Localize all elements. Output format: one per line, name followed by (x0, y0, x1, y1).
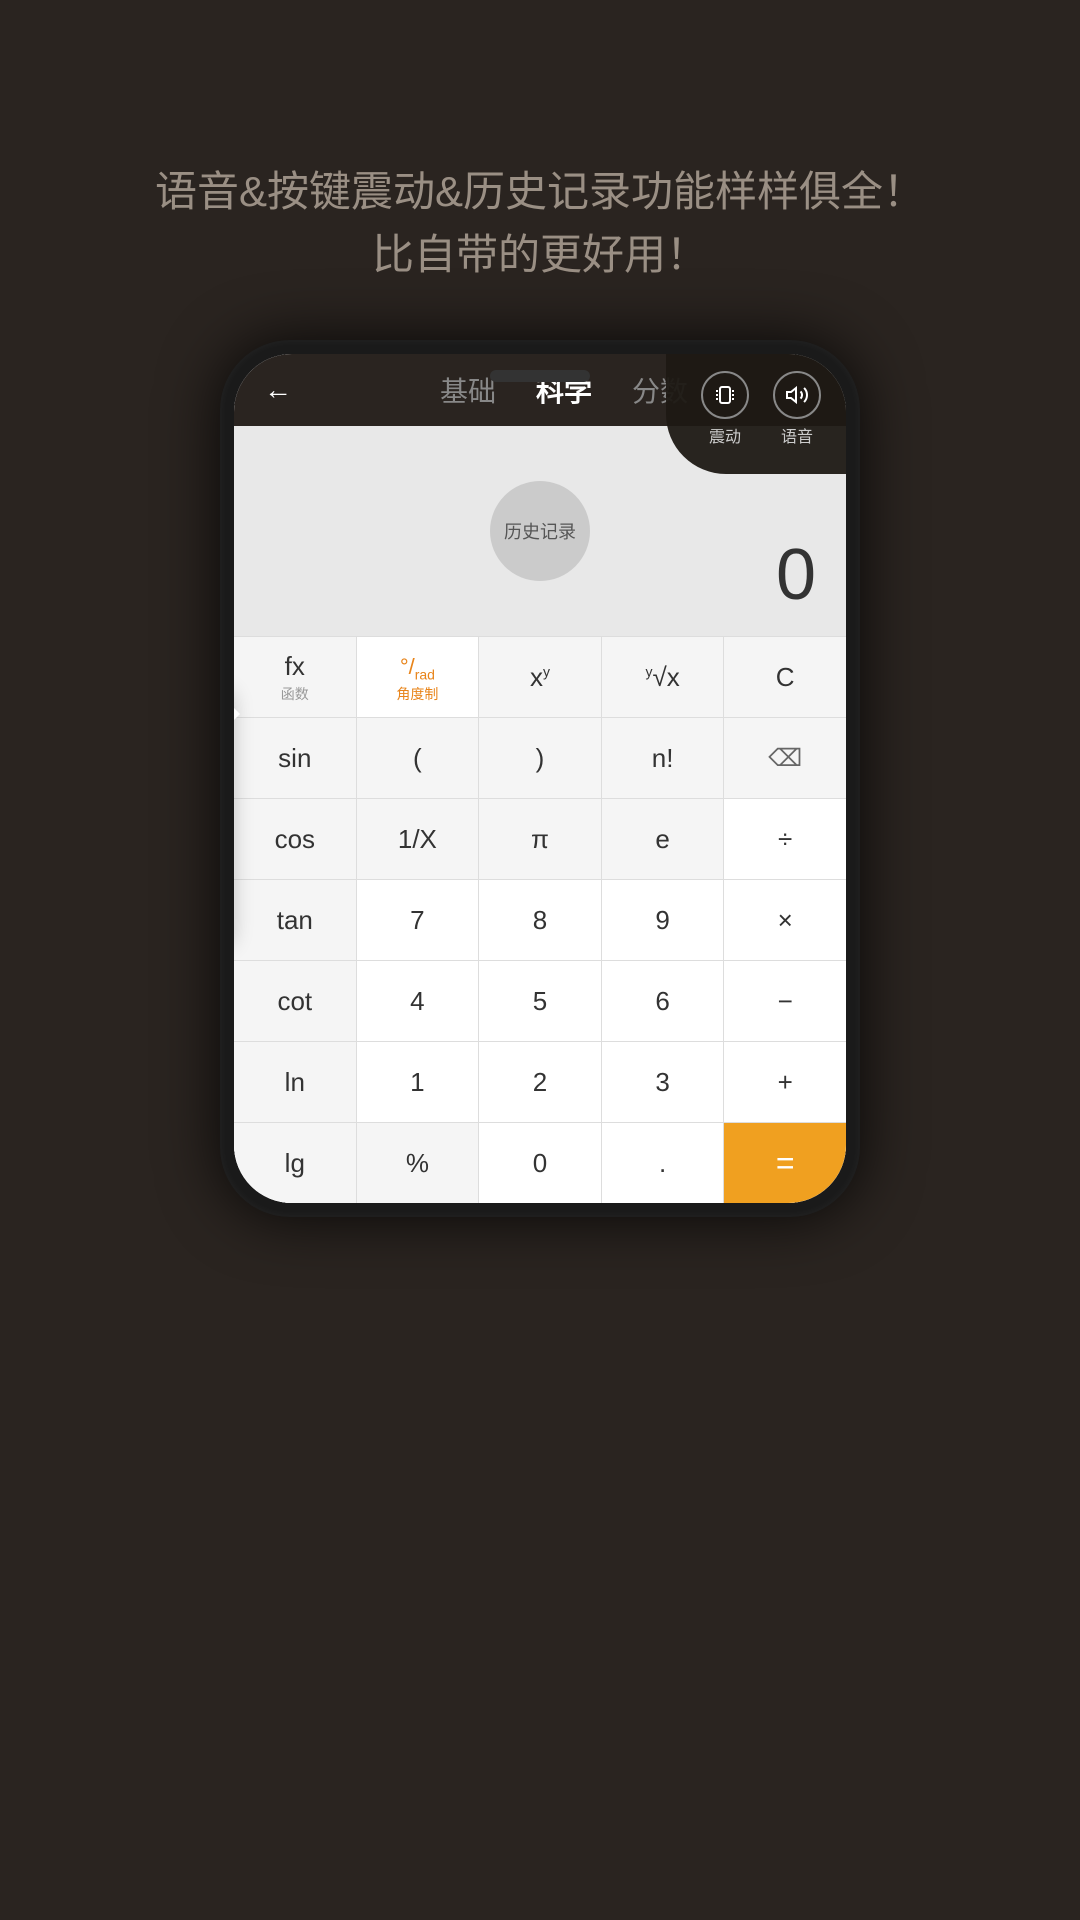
key-sin-1-0[interactable]: sin (234, 718, 357, 798)
key-label: xy (530, 662, 550, 693)
key-label: lg (285, 1148, 305, 1179)
key-label: 3 (655, 1067, 669, 1098)
key-C-0-4[interactable]: C (724, 637, 846, 717)
key-8-3-2[interactable]: 8 (479, 880, 602, 960)
key-label: fx (285, 651, 305, 682)
key-label: 6 (655, 986, 669, 1017)
key-label: n! (652, 743, 674, 774)
key----0-1[interactable]: °/rad角度制 (357, 637, 480, 717)
key-1-5-1[interactable]: 1 (357, 1042, 480, 1122)
key-tan-3-0[interactable]: tan (234, 880, 357, 960)
key-label: 1 (410, 1067, 424, 1098)
key-0-6-2[interactable]: 0 (479, 1123, 602, 1203)
key-label: . (659, 1148, 666, 1179)
key-row-2: cos 1/X π e ÷ (234, 798, 846, 879)
vibrate-icon (701, 371, 749, 419)
phone-speaker (490, 370, 590, 382)
key-9-3-3[interactable]: 9 (602, 880, 725, 960)
key-label: cot (277, 986, 312, 1017)
key---4-4[interactable]: − (724, 961, 846, 1041)
top-text: 语音&按键震动&历史记录功能样样俱全！ 比自带的更好用！ (0, 0, 1080, 346)
key-n--1-3[interactable]: n! (602, 718, 725, 798)
key-label: 9 (655, 905, 669, 936)
key---6-3[interactable]: . (602, 1123, 725, 1203)
key---2-2[interactable]: π (479, 799, 602, 879)
back-button[interactable]: ← (264, 374, 292, 406)
key-7-3-1[interactable]: 7 (357, 880, 480, 960)
tab-basic[interactable]: 基础 (440, 370, 496, 410)
key-label: + (778, 1067, 793, 1098)
key-label: C (776, 662, 795, 693)
phone-screen: ← 基础 科学 分数 (234, 354, 846, 1203)
sound-button[interactable]: 语音 (773, 371, 821, 447)
key-label: sin (278, 743, 311, 774)
key-label: y√x (645, 662, 679, 693)
key-5-4-2[interactable]: 5 (479, 961, 602, 1041)
nav-bar: ← 基础 科学 分数 (234, 354, 846, 426)
key-cot-4-0[interactable]: cot (234, 961, 357, 1041)
key-e-2-3[interactable]: e (602, 799, 725, 879)
keyboard: fx-1反函数sin-1cos-1tan-1cot-1 fx函数°/rad角度制… (234, 636, 846, 1203)
key-row-3: tan 7 8 9 × (234, 879, 846, 960)
key-label: 0 (533, 1148, 547, 1179)
key-sublabel: 函数 (281, 684, 309, 704)
key-lg-6-0[interactable]: lg (234, 1123, 357, 1203)
key---3-4[interactable]: × (724, 880, 846, 960)
key-label: ) (536, 743, 545, 774)
key---6-4[interactable]: = (724, 1123, 846, 1203)
display-number: 0 (776, 534, 816, 616)
key-row-5: ln 1 2 3 + (234, 1041, 846, 1122)
key-label: % (406, 1148, 429, 1179)
key-3-5-3[interactable]: 3 (602, 1042, 725, 1122)
key-sublabel: 角度制 (396, 684, 438, 704)
key---x-0-3[interactable]: y√x (602, 637, 725, 717)
key-label: ln (285, 1067, 305, 1098)
phone-mockup: ← 基础 科学 分数 (220, 340, 860, 1217)
key-row-6: lg% 0. = (234, 1122, 846, 1203)
key-label: π (531, 824, 549, 855)
key-x--0-2[interactable]: xy (479, 637, 602, 717)
key-label: − (778, 986, 793, 1017)
key-label: 1/X (398, 824, 437, 855)
vibrate-button[interactable]: 震动 (701, 371, 749, 447)
key-2-5-2[interactable]: 2 (479, 1042, 602, 1122)
key-label: ⌫ (768, 744, 802, 773)
key-ln-5-0[interactable]: ln (234, 1042, 357, 1122)
key---5-4[interactable]: + (724, 1042, 846, 1122)
key-label: ÷ (778, 824, 792, 855)
key-label: °/rad (400, 650, 435, 682)
key-label: cos (275, 824, 315, 855)
key---1-2[interactable]: ) (479, 718, 602, 798)
vibrate-label: 震动 (709, 423, 741, 447)
key-label: 5 (533, 986, 547, 1017)
key-label: 7 (410, 905, 424, 936)
key-label: 8 (533, 905, 547, 936)
key-row-0: fx函数°/rad角度制xyy√xC (234, 636, 846, 717)
key-label: ( (413, 743, 422, 774)
key-row-1: sin () n! ⌫ (234, 717, 846, 798)
key-cos-2-0[interactable]: cos (234, 799, 357, 879)
key---1-4[interactable]: ⌫ (724, 718, 846, 798)
key-4-4-1[interactable]: 4 (357, 961, 480, 1041)
key-label: × (778, 905, 793, 936)
key-row-4: cot 4 5 6 − (234, 960, 846, 1041)
key-fx-0-0[interactable]: fx函数 (234, 637, 357, 717)
key-label: 2 (533, 1067, 547, 1098)
history-button[interactable]: 历史记录 (490, 481, 590, 581)
sound-icon (773, 371, 821, 419)
popup-overlay: 震动 语音 (666, 354, 846, 474)
key-1-X-2-1[interactable]: 1/X (357, 799, 480, 879)
key-6-4-3[interactable]: 6 (602, 961, 725, 1041)
key---6-1[interactable]: % (357, 1123, 480, 1203)
key---2-4[interactable]: ÷ (724, 799, 846, 879)
key-label: 4 (410, 986, 424, 1017)
sound-label: 语音 (781, 423, 813, 447)
key---1-1[interactable]: ( (357, 718, 480, 798)
key-label: e (655, 824, 669, 855)
key-label: = (776, 1145, 795, 1182)
key-label: tan (277, 905, 313, 936)
